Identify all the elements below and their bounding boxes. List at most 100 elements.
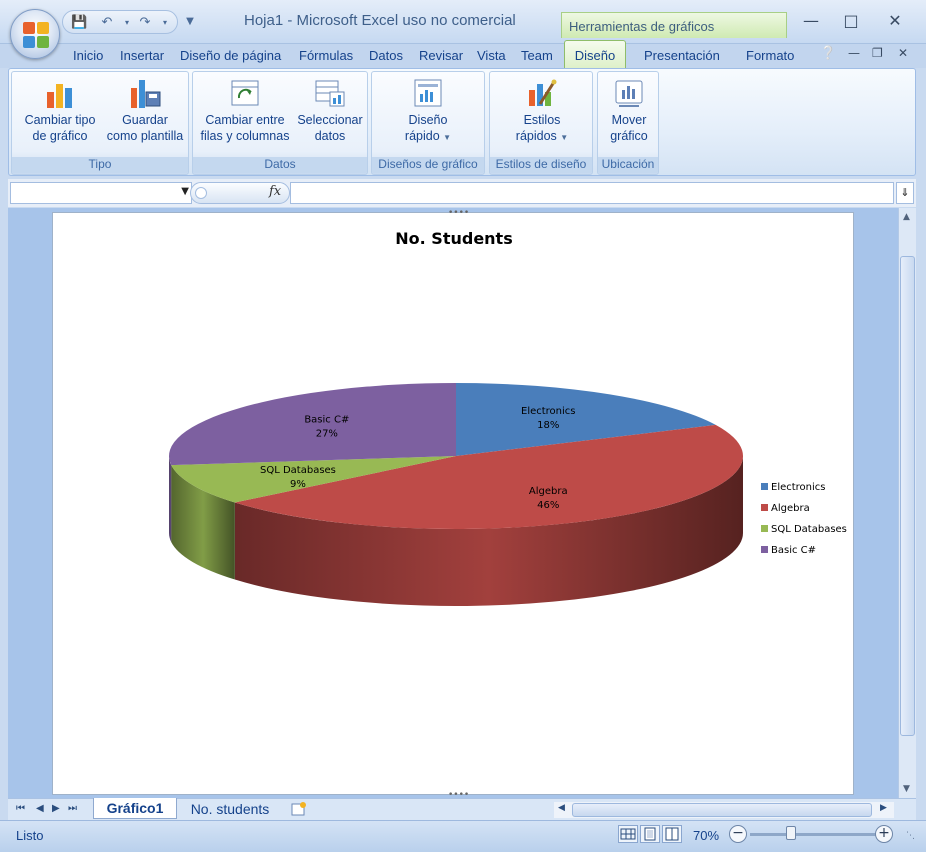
page-layout-view-button[interactable] — [640, 825, 660, 843]
undo-dropdown-icon[interactable]: ▾ — [119, 15, 135, 30]
formula-bar-toggle-icon[interactable] — [195, 187, 207, 199]
group-label-datos: Datos — [193, 157, 367, 173]
zoom-level[interactable]: 70% — [693, 828, 719, 843]
scroll-left-icon[interactable]: ◀ — [558, 803, 565, 813]
chart-title[interactable]: No. Students — [395, 229, 512, 248]
change-chart-type-button[interactable]: Cambiar tipo de gráfico — [18, 78, 102, 144]
resize-grip-icon[interactable]: ⋱ — [906, 831, 915, 841]
move-chart-label-1: Mover — [611, 113, 647, 127]
chart-area[interactable]: No. Students Electronics 18% Algebra 46% SQL… — [52, 212, 854, 795]
help-icon[interactable]: ❔ — [820, 46, 836, 61]
customize-qat-icon[interactable]: ▼ — [182, 14, 198, 29]
change-chart-type-icon — [44, 78, 76, 108]
next-sheet-icon[interactable]: ▶ — [52, 803, 60, 814]
data-label-name-algebra: Algebra — [529, 486, 568, 497]
workbook-restore-button[interactable]: ❐ — [872, 46, 883, 60]
resize-handle-bottom[interactable]: •••• — [448, 790, 469, 800]
office-button[interactable] — [10, 9, 60, 59]
save-icon[interactable]: 💾 — [71, 15, 87, 30]
maximize-button[interactable]: □ — [836, 10, 866, 32]
quick-styles-label-2: rápidos — [515, 129, 557, 143]
legend-entry-electronics[interactable]: Electronics — [771, 482, 826, 493]
legend-entry-sql-databases[interactable]: SQL Databases — [771, 524, 847, 535]
quick-styles-dropdown-icon: ▼ — [560, 133, 569, 142]
ribbon-tabs: Inicio Insertar Diseño de página Fórmula… — [0, 44, 926, 68]
workbook-minimize-button[interactable]: — — [848, 46, 860, 60]
tab-diseno-active[interactable]: Diseño — [564, 40, 626, 69]
save-template-label-1: Guardar — [122, 113, 168, 127]
change-chart-type-label-2: de gráfico — [32, 129, 88, 143]
minimize-button[interactable]: — — [796, 10, 826, 32]
page-break-icon — [665, 827, 679, 841]
group-datos: Cambiar entre filas y columnas Seleccion… — [192, 71, 368, 175]
undo-icon[interactable]: ↶ — [99, 15, 115, 30]
name-box[interactable]: ▼ — [10, 182, 192, 204]
move-chart-button[interactable]: Mover gráfico — [600, 78, 658, 144]
scroll-up-icon[interactable]: ▲ — [903, 212, 910, 222]
move-chart-label-2: gráfico — [610, 129, 648, 143]
formula-input[interactable] — [290, 182, 894, 204]
save-as-template-button[interactable]: Guardar como plantilla — [100, 78, 190, 144]
sheet-tab-bar: ⏮ ◀ ▶ ⏭ Gráfico1 No. students ◀ ▶ — [8, 798, 916, 820]
redo-dropdown-icon[interactable]: ▾ — [157, 15, 173, 30]
vertical-scroll-thumb[interactable] — [900, 256, 915, 736]
quick-layout-button[interactable]: Diseño rápido ▼ — [388, 78, 468, 146]
sheet-tab-grafico1[interactable]: Gráfico1 — [93, 798, 177, 819]
zoom-slider-track[interactable] — [750, 833, 878, 836]
data-label-name-basic-c: Basic C# — [304, 415, 349, 426]
legend-entry-basic-c[interactable]: Basic C# — [771, 545, 816, 556]
insert-function-button[interactable]: fx — [269, 184, 281, 199]
prev-sheet-icon[interactable]: ◀ — [36, 803, 44, 814]
zoom-out-button[interactable]: − — [729, 825, 747, 843]
group-chart-layouts: Diseño rápido ▼ Diseños de gráfico — [371, 71, 485, 175]
tab-presentacion[interactable]: Presentación — [644, 48, 720, 63]
data-label-percent-sql-databases: 9% — [290, 479, 306, 490]
group-location: Mover gráfico Ubicación — [597, 71, 659, 175]
name-box-dropdown-icon[interactable]: ▼ — [181, 186, 189, 197]
insert-sheet-icon[interactable] — [290, 801, 308, 817]
tab-formulas[interactable]: Fórmulas — [299, 48, 353, 63]
sheet-tab-no-students[interactable]: No. students — [176, 799, 284, 819]
zoom-in-button[interactable]: + — [875, 825, 893, 843]
tab-revisar[interactable]: Revisar — [419, 48, 463, 63]
legend-swatch-sql-databases — [761, 525, 768, 532]
select-data-button[interactable]: Seleccionar datos — [293, 78, 367, 144]
last-sheet-icon[interactable]: ⏭ — [68, 803, 77, 814]
tab-diseno-pagina[interactable]: Diseño de página — [180, 48, 281, 63]
pie-chart[interactable]: No. Students Electronics 18% Algebra 46% SQL… — [53, 213, 855, 796]
zoom-slider-thumb[interactable] — [786, 826, 796, 840]
tab-insertar[interactable]: Insertar — [120, 48, 164, 63]
switch-row-column-button[interactable]: Cambiar entre filas y columnas — [197, 78, 293, 144]
chart-tools-context: Herramientas de gráficos — [561, 12, 787, 38]
data-label-name-sql-databases: SQL Databases — [260, 465, 336, 476]
scroll-down-icon[interactable]: ▼ — [903, 784, 910, 794]
redo-icon[interactable]: ↷ — [137, 15, 153, 30]
quick-styles-button[interactable]: Estilos rápidos ▼ — [504, 78, 580, 146]
group-tipo: Cambiar tipo de gráfico Guardar como pla… — [11, 71, 189, 175]
first-sheet-icon[interactable]: ⏮ — [16, 803, 25, 814]
expand-formula-bar-icon[interactable]: ⇓ — [896, 182, 914, 204]
select-data-label-2: datos — [314, 129, 346, 143]
tab-datos[interactable]: Datos — [369, 48, 403, 63]
page-break-view-button[interactable] — [662, 825, 682, 843]
normal-view-button[interactable] — [618, 825, 638, 843]
vertical-scrollbar[interactable]: ▲ ▼ — [898, 208, 916, 798]
page-layout-icon — [644, 827, 656, 841]
pie-slices — [169, 383, 744, 530]
resize-handle-top[interactable]: •••• — [448, 208, 469, 218]
horizontal-scrollbar[interactable]: ◀ ▶ — [554, 802, 894, 818]
legend-swatch-algebra — [761, 504, 768, 511]
tab-inicio[interactable]: Inicio — [73, 48, 103, 63]
formula-bar: ▼ fx ⇓ — [8, 179, 916, 207]
legend[interactable]: Electronics Algebra SQL Databases Basic C# — [761, 482, 847, 556]
tab-team[interactable]: Team — [521, 48, 553, 63]
workbook-close-button[interactable]: ✕ — [898, 46, 908, 60]
tab-formato[interactable]: Formato — [746, 48, 794, 63]
status-text: Listo — [16, 828, 44, 843]
legend-entry-algebra[interactable]: Algebra — [771, 503, 810, 514]
close-button[interactable]: ✕ — [880, 10, 910, 32]
horizontal-scroll-thumb[interactable] — [572, 803, 872, 817]
save-template-icon — [129, 78, 161, 108]
tab-vista[interactable]: Vista — [477, 48, 506, 63]
scroll-right-icon[interactable]: ▶ — [880, 803, 887, 813]
